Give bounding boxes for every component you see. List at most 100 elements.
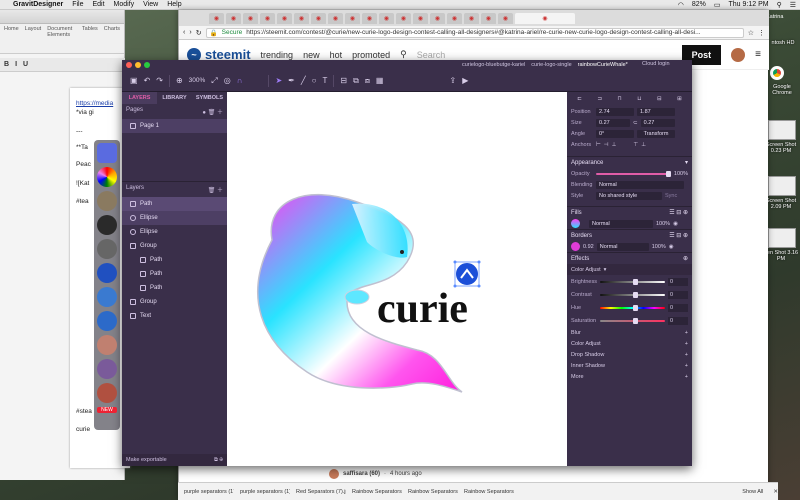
slice-icon[interactable]: ⧉ [214,457,218,463]
layer-row[interactable]: Path [122,281,227,295]
menubar-view[interactable]: View [143,1,158,8]
effect-item[interactable]: Drop Shadow + [567,349,692,360]
menubar-edit[interactable]: Edit [92,1,104,8]
browser-tab[interactable]: ◉ [226,12,241,24]
browser-tab[interactable]: ◉ [243,12,258,24]
gravit-canvas[interactable]: curie [227,92,567,466]
download-item[interactable]: purple separators (17).jpg [182,488,234,496]
browser-tab[interactable]: ◉ [464,12,479,24]
eye-icon[interactable]: ◉ [669,244,674,250]
blending-select[interactable]: Normal [596,180,684,189]
screenshot-thumbnail-icon[interactable] [768,120,796,140]
download-item[interactable]: purple separators (1).gif [238,488,290,496]
maximize-window-button[interactable] [144,62,150,68]
reload-icon[interactable]: ↻ [196,29,202,37]
slider-knob[interactable] [632,278,638,285]
browser-tab[interactable]: ◉ [328,12,343,24]
doc-tab[interactable]: curielogo-bluebutge-kariel [462,62,525,68]
boolean-subtract-icon[interactable]: ⧈ [365,76,370,86]
menubar-file[interactable]: File [72,1,83,8]
align-top-icon[interactable]: ⊔ [637,96,641,102]
pen-tool-icon[interactable]: ✒ [288,76,295,85]
browser-tab[interactable]: ◉ [413,12,428,24]
boolean-union-icon[interactable]: ⧉ [353,76,359,86]
dock-app-icon[interactable] [97,287,117,307]
opacity-slider[interactable] [596,170,671,177]
sync-button[interactable]: Sync [665,193,677,199]
layer-row[interactable]: Ellipse [122,225,227,239]
redo-icon[interactable]: ↷ [156,76,163,85]
adjust-value[interactable]: 0 [668,316,688,325]
avatar[interactable] [731,47,746,62]
menubar-modify[interactable]: Modify [114,1,135,8]
border-swatch[interactable] [571,242,580,251]
adjust-slider[interactable] [600,291,665,298]
border-mode-select[interactable]: Normal [596,242,649,251]
bookmark-star-icon[interactable]: ☆ [748,29,754,37]
fit-icon[interactable]: ⤢ [211,76,217,86]
word-tab-layout[interactable]: Layout [25,26,42,51]
layer-row[interactable]: Ellipse [122,211,227,225]
add-layer-icon[interactable]: ＋ [217,188,223,194]
browser-tab[interactable]: ◉ [345,12,360,24]
layer-row[interactable]: Group [122,295,227,309]
add-effect-icon[interactable]: + [685,363,688,369]
dock-app-icon[interactable] [97,191,117,211]
add-effect-icon[interactable]: ⊕ [683,255,688,262]
screenshot-thumbnail-icon[interactable] [768,176,796,196]
browser-tab[interactable]: ◉ [481,12,496,24]
style-select[interactable]: No shared style [596,191,662,200]
dock-app-icon[interactable] [97,215,117,235]
tab-layers[interactable]: LAYERS [122,92,157,104]
effect-item[interactable]: Blur + [567,327,692,338]
dock-app-icon[interactable] [97,311,117,331]
make-exportable-link[interactable]: Make exportable [126,457,167,463]
opacity-value[interactable]: 100% [674,171,688,177]
browser-tab[interactable]: ◉ [396,12,411,24]
wifi-icon[interactable]: ◠ [678,1,684,9]
browser-tab[interactable]: ◉ [277,12,292,24]
line-tool-icon[interactable]: ╱ [301,76,306,85]
fill-swatch[interactable] [571,219,580,228]
slider-knob[interactable] [632,291,638,298]
search-icon[interactable]: ⚲ [400,49,407,60]
effect-item[interactable]: Color Adjust + [567,338,692,349]
appearance-header[interactable]: Appearance ▾ [567,156,692,168]
minimize-window-button[interactable] [135,62,141,68]
underline-button[interactable]: U [23,61,28,68]
anchor-icon[interactable]: ⊥ [612,142,617,148]
zoom-icon[interactable]: ⊕ [176,76,183,85]
forward-icon[interactable]: › [189,29,191,36]
download-item[interactable]: Rainbow Separators (1).gif [406,488,458,496]
curie-whale-artwork[interactable]: curie [227,92,567,466]
view-icon[interactable]: ◎ [224,76,231,85]
browser-tab[interactable]: ◉ [294,12,309,24]
effect-item[interactable]: More + [567,371,692,382]
word-tab-charts[interactable]: Charts [104,26,120,51]
show-all-downloads-button[interactable]: Show All [742,489,769,495]
zoom-level[interactable]: 300% [189,77,206,84]
anchor-icon[interactable]: ⊣ [604,142,609,148]
dock-app-icon[interactable] [97,239,117,259]
slider-knob[interactable] [632,317,638,324]
download-item[interactable]: Rainbow Separators (18).jpg [350,488,402,496]
slider-knob[interactable] [665,170,671,177]
align-center-icon[interactable]: ⊐ [597,96,602,102]
export-icon[interactable]: ⇪ [449,76,456,85]
ellipse-tool-icon[interactable]: ○ [312,76,317,85]
menu-list-icon[interactable]: ☰ [790,1,796,9]
url-bar[interactable]: 🔒 Secure https://steemit.com/contest/@cu… [205,27,744,38]
lock-ratio-icon[interactable]: ⊂ [633,120,638,126]
nav-trending[interactable]: trending [261,50,294,60]
word-tab-tables[interactable]: Tables [82,26,98,51]
doc-tab[interactable]: curie-logo-single [531,62,571,68]
dock-app-icon[interactable] [97,167,117,187]
browser-tab[interactable]: ◉ [362,12,377,24]
word-tab-document-elements[interactable]: Document Elements [47,26,76,51]
save-icon[interactable]: ▣ [130,76,138,85]
transform-button[interactable]: Transform [637,129,675,138]
position-x-field[interactable]: 2.74 [596,107,634,116]
trash-icon[interactable]: 🗑 [208,188,216,194]
align-middle-icon[interactable]: ⊟ [657,96,662,102]
search-input[interactable]: Search [417,50,446,60]
